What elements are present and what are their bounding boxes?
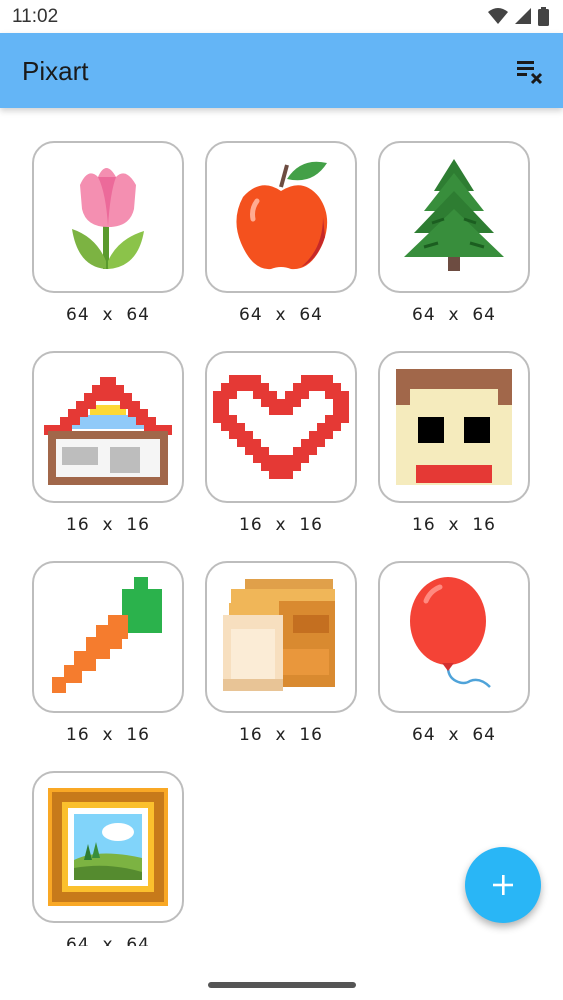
status-bar: 11:02 — [0, 0, 563, 33]
wifi-icon — [488, 8, 508, 24]
heart-image — [213, 375, 349, 479]
status-icons — [488, 6, 549, 26]
app-bar: Pixart — [0, 33, 563, 108]
artwork-card[interactable] — [32, 771, 184, 923]
artwork-tile[interactable]: 16 x 16 — [378, 351, 530, 535]
artwork-size: 64 x 64 — [412, 725, 496, 745]
balloon-image — [410, 577, 491, 688]
signal-icon — [515, 8, 531, 24]
artwork-size: 16 x 16 — [412, 515, 496, 535]
artwork-size: 16 x 16 — [66, 725, 150, 745]
tree-image — [404, 159, 504, 271]
artwork-card[interactable] — [205, 351, 357, 503]
artwork-card[interactable] — [378, 141, 530, 293]
artwork-size: 64 x 64 — [66, 305, 150, 325]
tulip-image — [72, 168, 144, 269]
artwork-tile[interactable]: 64 x 64 — [32, 141, 184, 325]
carrot-image — [52, 577, 162, 693]
artwork-tile[interactable]: 64 x 64 — [378, 561, 530, 745]
add-artwork-button[interactable] — [465, 847, 541, 923]
artwork-size: 64 x 64 — [66, 935, 150, 946]
battery-icon — [538, 6, 549, 26]
artwork-card[interactable] — [32, 351, 184, 503]
artwork-tile[interactable]: 16 x 16 — [205, 561, 357, 745]
artwork-tile[interactable]: 64 x 64 — [378, 141, 530, 325]
apple-image — [236, 161, 328, 270]
artwork-tile[interactable]: 64 x 64 — [32, 771, 184, 946]
artwork-grid: 64 x 64 64 x 64 64 x 64 16 x 16 16 x 16 … — [0, 108, 563, 946]
framed-picture-image — [48, 788, 168, 906]
clear-list-icon — [517, 61, 543, 85]
artwork-size: 16 x 16 — [239, 515, 323, 535]
home-gesture-handle[interactable] — [208, 982, 356, 988]
artwork-size: 16 x 16 — [66, 515, 150, 535]
artwork-card[interactable] — [32, 561, 184, 713]
bread-image — [223, 579, 335, 691]
artwork-tile[interactable]: 16 x 16 — [32, 561, 184, 745]
app-title: Pixart — [22, 56, 89, 86]
clear-all-button[interactable] — [517, 58, 545, 86]
navigation-bar — [0, 946, 563, 1000]
artwork-size: 16 x 16 — [239, 725, 323, 745]
artwork-tile[interactable]: 64 x 64 — [205, 141, 357, 325]
artwork-card[interactable] — [378, 351, 530, 503]
artwork-card[interactable] — [205, 141, 357, 293]
artwork-tile[interactable]: 16 x 16 — [32, 351, 184, 535]
house-image — [44, 377, 172, 485]
plus-icon — [493, 875, 513, 895]
artwork-tile[interactable]: 16 x 16 — [205, 351, 357, 535]
artwork-size: 64 x 64 — [239, 305, 323, 325]
artwork-card[interactable] — [205, 561, 357, 713]
artwork-size: 64 x 64 — [412, 305, 496, 325]
status-time: 11:02 — [12, 6, 59, 27]
artwork-card[interactable] — [378, 561, 530, 713]
face-image — [396, 369, 512, 485]
artwork-card[interactable] — [32, 141, 184, 293]
